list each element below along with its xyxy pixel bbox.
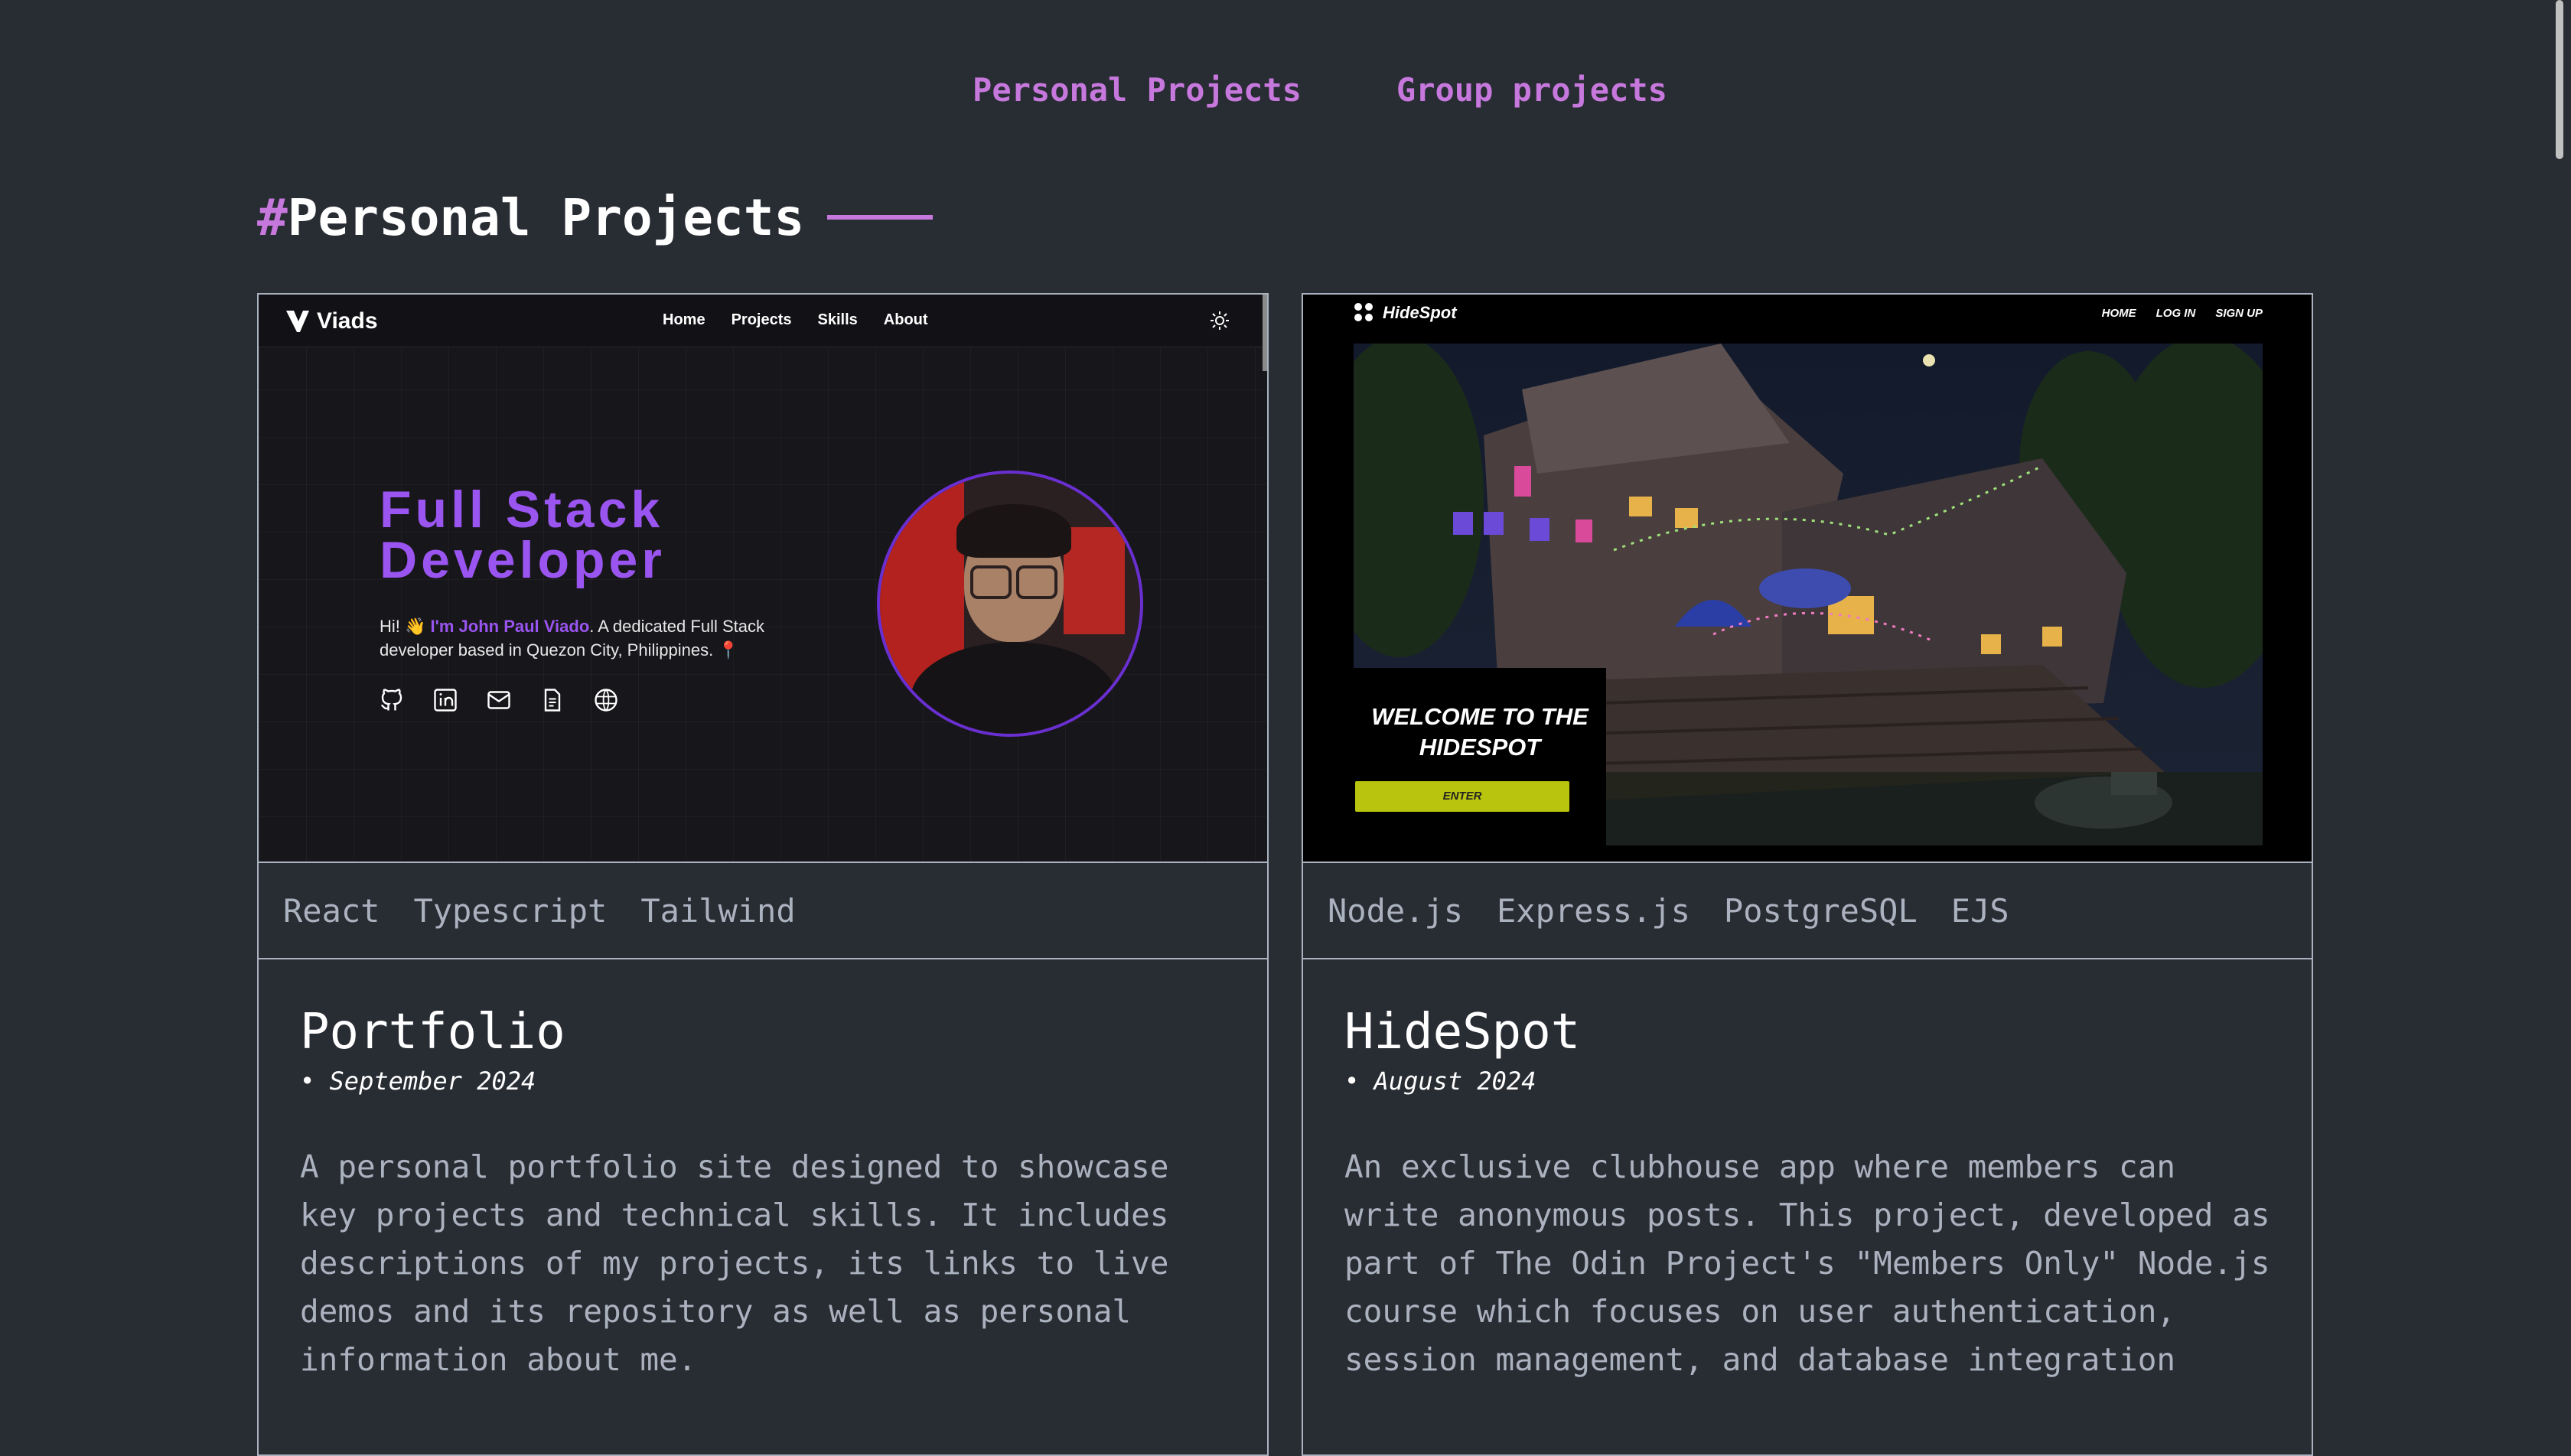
- preview-intro-prefix: Hi! 👋: [380, 617, 431, 636]
- preview-headline: Full Stack Developer: [380, 480, 666, 589]
- preview-headline-line1: Full Stack: [380, 480, 664, 539]
- project-title: Portfolio: [300, 1004, 565, 1060]
- preview-navbar: HideSpot HOME LOG IN SIGN UP: [1303, 295, 2312, 344]
- tech-stack-list: React Typescript Tailwind: [259, 863, 1267, 959]
- preview-nav-projects: Projects: [731, 311, 792, 328]
- welcome-title: WELCOME TO THE HIDESPOT: [1371, 703, 1589, 761]
- project-tabs: Personal Projects Group projects: [0, 67, 2571, 113]
- hidespot-site-screenshot: HideSpot HOME LOG IN SIGN UP WELCOME TO …: [1303, 295, 2312, 862]
- preview-nav-links: Home Projects Skills About: [663, 311, 928, 329]
- mail-icon: [487, 691, 510, 709]
- hidespot-logo-icon: [1354, 303, 1373, 321]
- project-title: HideSpot: [1344, 1004, 1581, 1060]
- linkedin-icon: [434, 689, 457, 712]
- preview-nav-about: About: [883, 311, 928, 328]
- project-preview-image: HideSpot HOME LOG IN SIGN UP WELCOME TO …: [1303, 295, 2312, 863]
- tech-stack-list: Node.js Express.js PostgreSQL EJS: [1303, 863, 2312, 959]
- project-card-body: Portfolio • September 2024 A personal po…: [259, 959, 1267, 1384]
- preview-nav-signup: SIGN UP: [2215, 307, 2263, 320]
- tab-group-projects[interactable]: Group projects: [1396, 67, 1667, 113]
- project-card-portfolio: Viads Home Projects Skills About Full St…: [257, 293, 1269, 1456]
- tech-tag: Node.js: [1328, 891, 1464, 930]
- preview-intro-name: I'm John Paul Viado: [430, 617, 590, 636]
- tech-tag: Typescript: [413, 891, 608, 930]
- preview-nav-links: HOME LOG IN SIGN UP: [2102, 307, 2263, 320]
- github-icon: [381, 689, 402, 711]
- preview-nav-skills: Skills: [817, 311, 858, 328]
- preview-logo: HideSpot: [1352, 302, 1457, 324]
- project-date: • August 2024: [1344, 1067, 1536, 1096]
- tab-personal-projects[interactable]: Personal Projects: [973, 67, 1302, 113]
- v-logo-icon: [286, 311, 309, 332]
- project-description: A personal portfolio site designed to sh…: [300, 1148, 1169, 1378]
- preview-scrollbar: [1263, 295, 1267, 371]
- project-description: An exclusive clubhouse app where members…: [1344, 1148, 2270, 1378]
- document-icon: [544, 689, 561, 712]
- section-title: Personal Projects: [287, 187, 805, 247]
- tech-tag: Express.js: [1497, 891, 1690, 930]
- preview-nav-home: Home: [663, 311, 705, 328]
- project-card-hidespot: HideSpot HOME LOG IN SIGN UP WELCOME TO …: [1302, 293, 2313, 1456]
- preview-social-icons: [378, 686, 620, 714]
- preview-logo-text: HideSpot: [1383, 303, 1457, 322]
- page-scrollbar[interactable]: [2548, 0, 2571, 1446]
- globe-icon: [595, 689, 617, 712]
- scrollbar-thumb[interactable]: [2556, 0, 2563, 159]
- enter-button: ENTER: [1355, 781, 1569, 812]
- project-preview-image: Viads Home Projects Skills About Full St…: [259, 295, 1267, 863]
- profile-photo: [877, 471, 1143, 737]
- tech-tag: Tailwind: [640, 891, 796, 930]
- preview-nav-home: HOME: [2101, 307, 2136, 320]
- heading-divider-line: [827, 215, 934, 220]
- tech-tag: PostgreSQL: [1723, 891, 1918, 930]
- preview-logo: Viads: [286, 308, 378, 334]
- preview-headline-line2: Developer: [380, 531, 666, 589]
- preview-navbar: Viads Home Projects Skills About: [259, 295, 1267, 347]
- preview-intro: Hi! 👋 I'm John Paul Viado. A dedicated F…: [380, 614, 808, 662]
- preview-nav-login: LOG IN: [2156, 307, 2196, 320]
- heading-hash: #: [257, 187, 288, 247]
- tech-tag: React: [283, 891, 380, 930]
- project-date: • September 2024: [300, 1067, 536, 1096]
- project-card-body: HideSpot • August 2024 An exclusive club…: [1303, 959, 2312, 1384]
- tech-tag: EJS: [1950, 891, 2009, 930]
- sun-icon: [1211, 311, 1229, 330]
- welcome-panel: WELCOME TO THE HIDESPOT ENTER: [1354, 668, 1606, 849]
- section-heading: # Personal Projects: [257, 187, 934, 248]
- preview-logo-text: Viads: [317, 308, 378, 334]
- viads-site-screenshot: Viads Home Projects Skills About Full St…: [259, 295, 1267, 862]
